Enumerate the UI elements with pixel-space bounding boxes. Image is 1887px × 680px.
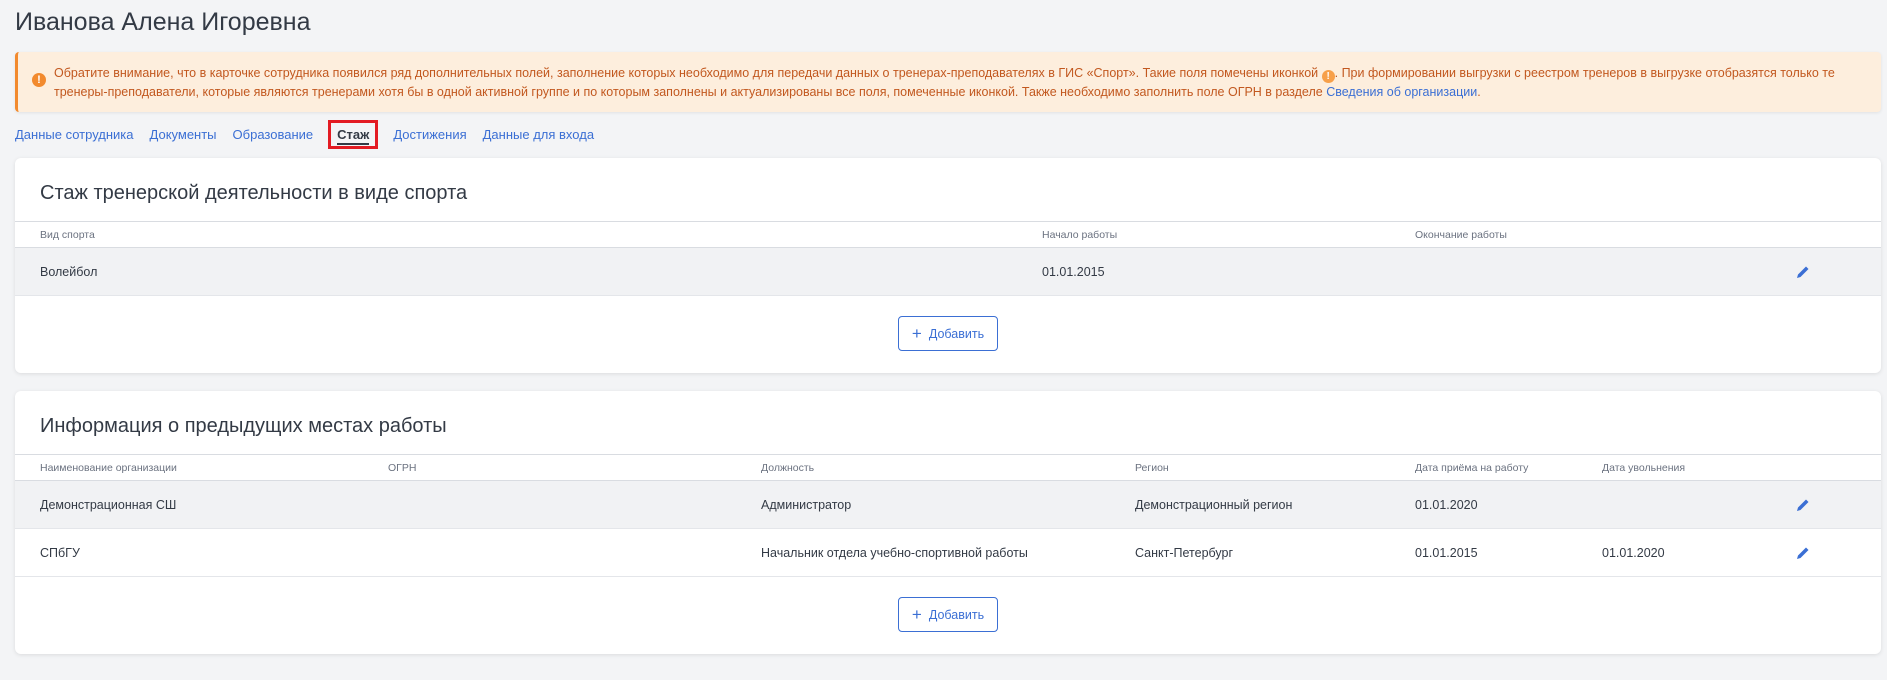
- position-cell: Начальник отдела учебно-спортивной работ…: [761, 545, 1028, 560]
- sport-cell: Волейбол: [40, 264, 98, 279]
- alert-text-1: Обратите внимание, что в карточке сотруд…: [54, 66, 1319, 80]
- add-experience-button[interactable]: + Добавить: [898, 316, 998, 351]
- col-fired: Дата увольнения: [1602, 461, 1686, 474]
- start-cell: 01.01.2015: [1042, 264, 1105, 279]
- org-cell: СПбГУ: [40, 545, 80, 560]
- tabs-nav: Данные сотрудника Документы Образование …: [15, 119, 610, 149]
- col-start: Начало работы: [1042, 228, 1118, 241]
- col-position: Должность: [761, 461, 815, 474]
- table-row: Волейбол 01.01.2015: [15, 248, 1881, 296]
- table-row: Демонстрационная СШ Администратор Демонс…: [15, 481, 1881, 529]
- col-end: Окончание работы: [1415, 228, 1507, 241]
- add-label: Добавить: [928, 607, 985, 622]
- previous-jobs-title: Информация о предыдущих местах работы: [40, 415, 447, 437]
- warning-alert: ! Обратите внимание, что в карточке сотр…: [15, 52, 1881, 112]
- table-header: Вид спорта Начало работы Окончание работ…: [15, 221, 1881, 248]
- experience-card: Стаж тренерской деятельности в виде спор…: [15, 158, 1881, 373]
- col-region: Регион: [1135, 461, 1169, 474]
- warning-icon: !: [32, 73, 46, 87]
- alert-text-3: .: [1477, 85, 1481, 99]
- add-label: Добавить: [928, 326, 985, 341]
- col-org: Наименование организации: [40, 461, 177, 474]
- tab-achievements[interactable]: Достижения: [393, 127, 466, 142]
- col-hired: Дата приёма на работу: [1415, 461, 1529, 474]
- table-row: СПбГУ Начальник отдела учебно-спортивной…: [15, 529, 1881, 577]
- hired-cell: 01.01.2015: [1415, 545, 1478, 560]
- plus-icon: +: [911, 605, 922, 624]
- table-header: Наименование организации ОГРН Должность …: [15, 454, 1881, 481]
- organization-info-link[interactable]: Сведения об организации: [1326, 85, 1477, 99]
- tab-education[interactable]: Образование: [233, 127, 314, 142]
- pencil-icon[interactable]: [1795, 264, 1811, 280]
- tab-employee-data[interactable]: Данные сотрудника: [15, 127, 134, 142]
- add-previous-job-button[interactable]: + Добавить: [898, 597, 998, 632]
- hired-cell: 01.01.2020: [1415, 497, 1478, 512]
- tab-experience[interactable]: Стаж: [328, 119, 379, 149]
- region-cell: Демонстрационный регион: [1135, 497, 1293, 512]
- pencil-icon[interactable]: [1795, 497, 1811, 513]
- previous-jobs-card: Информация о предыдущих местах работы На…: [15, 391, 1881, 654]
- experience-title: Стаж тренерской деятельности в виде спор…: [40, 182, 468, 204]
- experience-table: Вид спорта Начало работы Окончание работ…: [15, 221, 1881, 296]
- col-ogrn: ОГРН: [388, 461, 417, 474]
- plus-icon: +: [911, 324, 922, 343]
- required-field-icon: !: [1321, 70, 1335, 83]
- pencil-icon[interactable]: [1795, 545, 1811, 561]
- page-title: Иванова Алена Игоревна: [15, 8, 311, 36]
- col-sport: Вид спорта: [40, 228, 95, 241]
- position-cell: Администратор: [761, 497, 852, 512]
- tab-documents[interactable]: Документы: [150, 127, 217, 142]
- region-cell: Санкт-Петербург: [1135, 545, 1234, 560]
- previous-jobs-table: Наименование организации ОГРН Должность …: [15, 454, 1881, 577]
- org-cell: Демонстрационная СШ: [40, 497, 177, 512]
- tab-login-data[interactable]: Данные для входа: [483, 127, 594, 142]
- fired-cell: 01.01.2020: [1602, 545, 1665, 560]
